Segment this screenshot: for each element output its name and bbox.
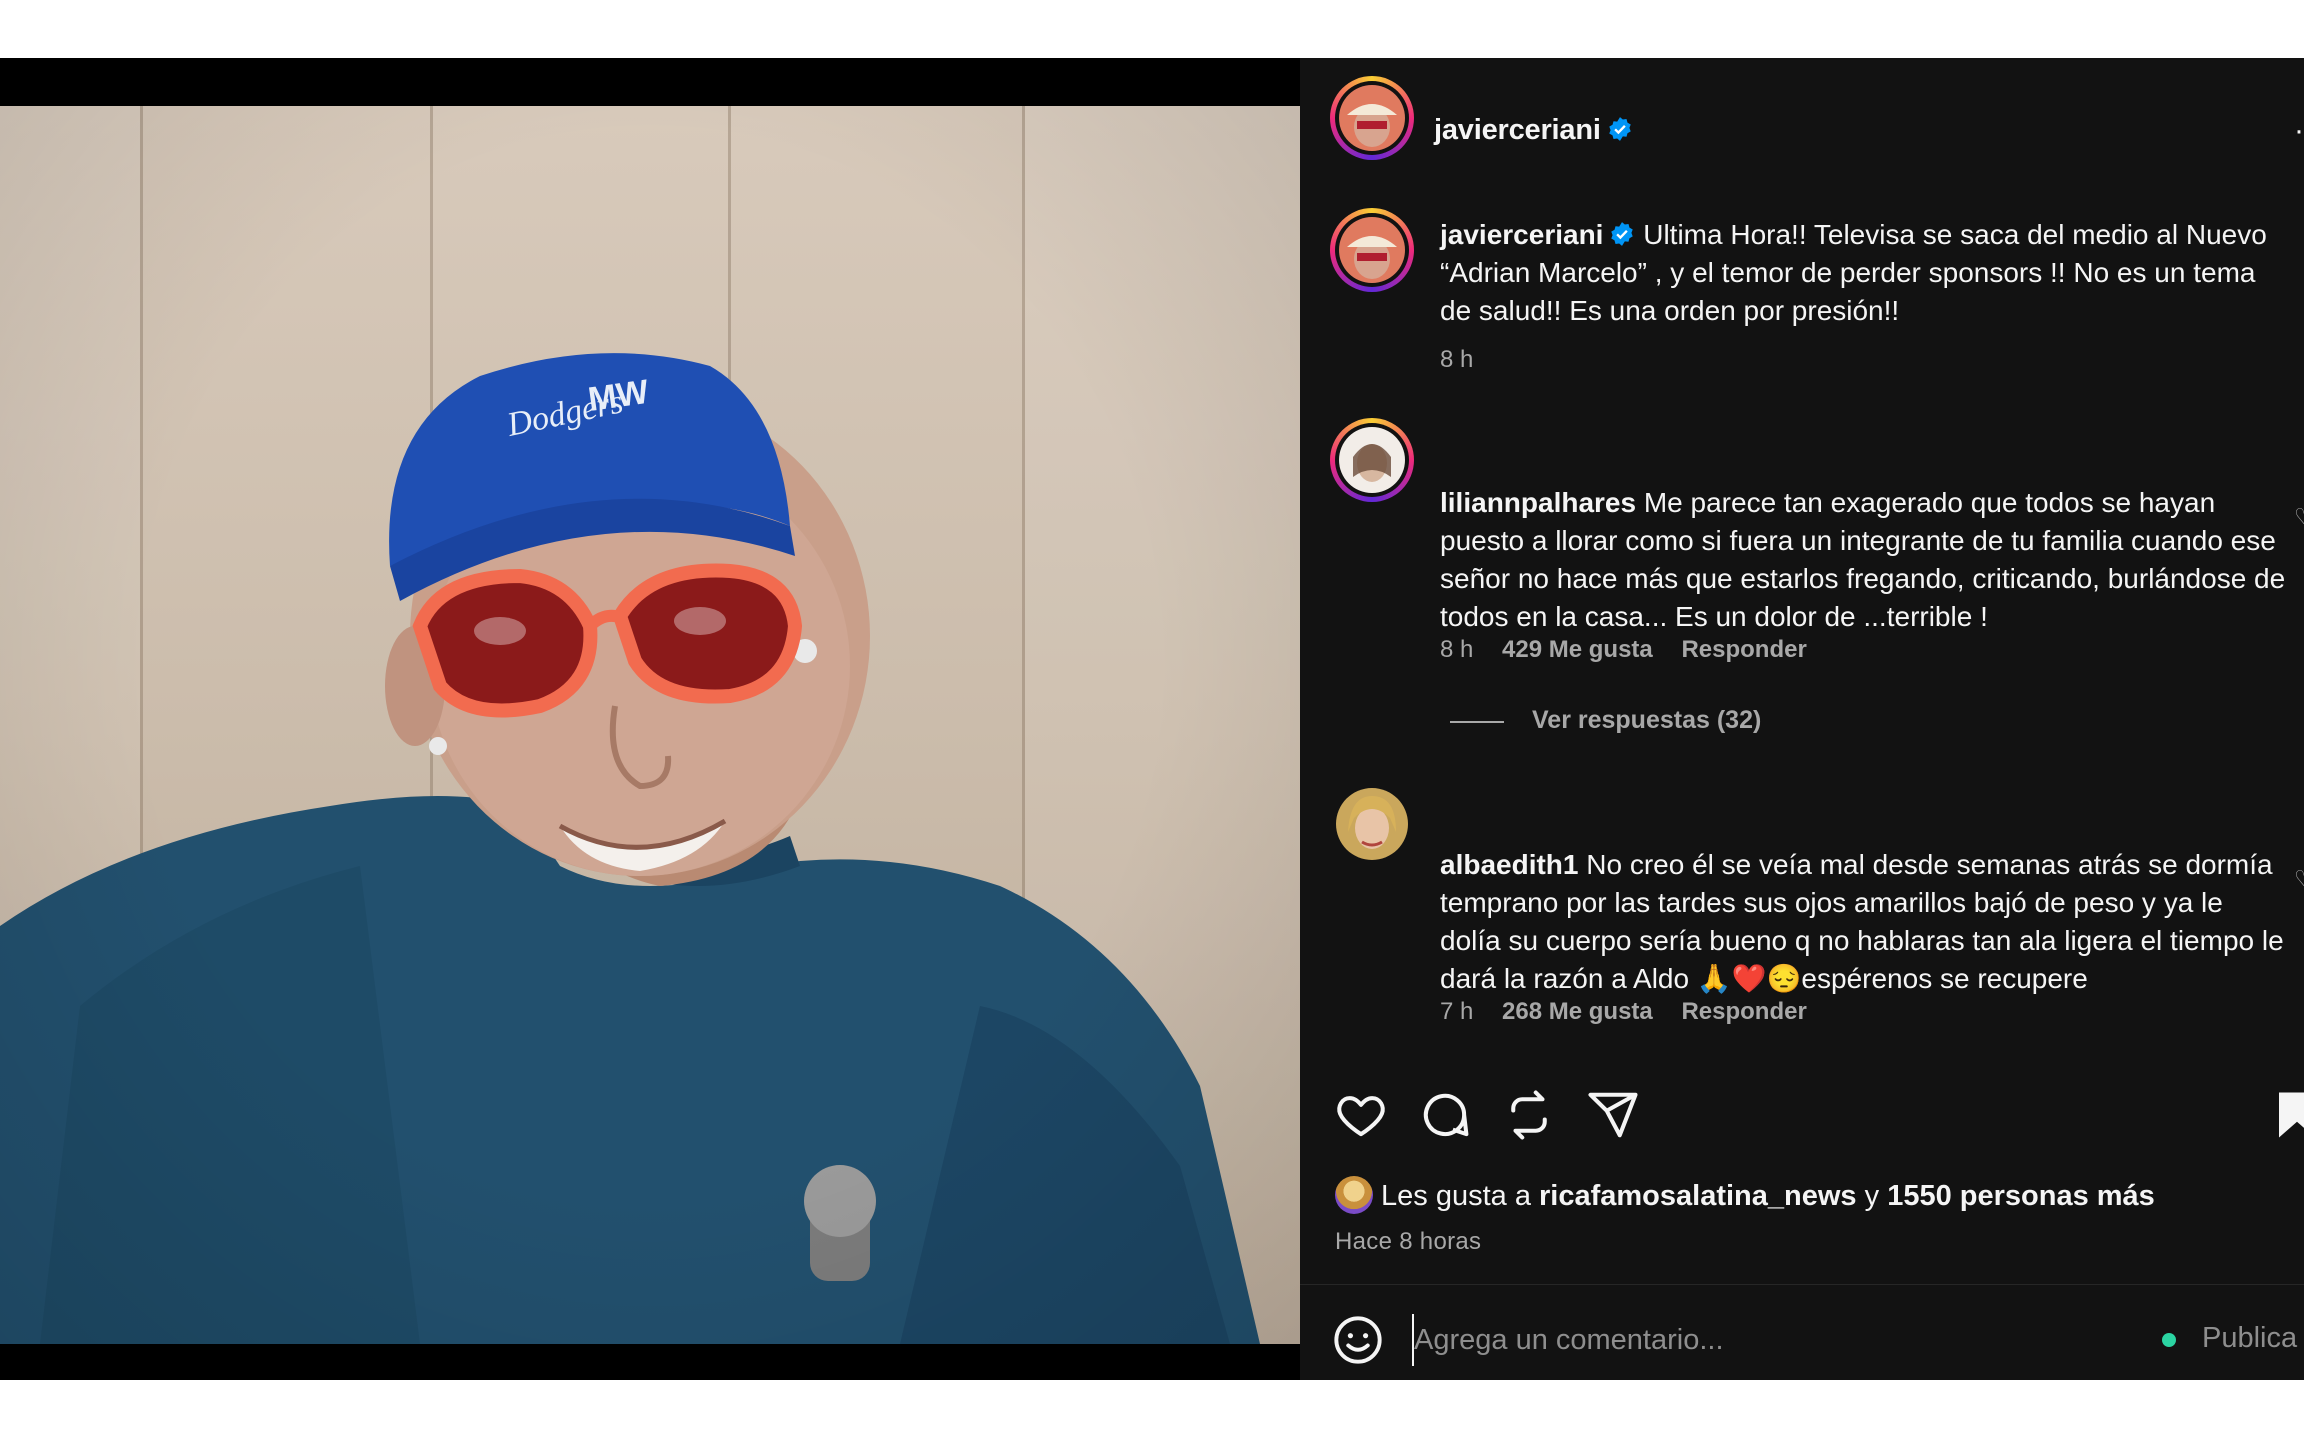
caption-time[interactable]: 8 h [1440,346,1473,373]
status-dot [2162,1333,2176,1347]
author-username[interactable]: javierceriani [1434,114,1633,147]
share-icon[interactable] [1586,1088,1640,1142]
comment-text: albaedith1 No creo él se veía mal desde … [1440,846,2290,998]
view-replies-button[interactable]: Ver respuestas (32) [1532,706,1761,735]
comment-username[interactable]: liliannpalhares [1440,487,1636,518]
likes-others[interactable]: 1550 personas más [1887,1180,2155,1212]
comment-text: liliannpalhares Me parece tan exagerado … [1440,484,2290,636]
composer-divider [1300,1284,2304,1285]
bookmark-icon[interactable] [2270,1088,2304,1142]
liker-avatar [1335,1176,1373,1214]
likes-joiner: y [1864,1180,1880,1212]
comment-avatar[interactable] [1336,788,1408,860]
likes-summary[interactable]: Les gusta a ricafamosalatina_news y 1550… [1335,1176,2155,1214]
more-options-button[interactable]: · [2294,114,2304,148]
post-timestamp[interactable]: Hace 8 horas [1335,1228,1481,1256]
frame-vignette [0,106,1300,1344]
comment-time[interactable]: 7 h [1440,998,1473,1025]
small-heart-icon[interactable]: ♡ [2294,866,2304,891]
post-sidebar: javierceriani · javierceriani Ultima Hor… [1300,58,2304,1380]
comment-icon[interactable] [1418,1088,1472,1142]
reply-button[interactable]: Responder [1681,998,1806,1025]
emoji-icon[interactable] [1332,1314,1384,1366]
comment-meta: 8 h 429 Me gusta Responder [1440,636,1829,664]
author-username-text[interactable]: javierceriani [1434,114,1601,146]
reply-button[interactable]: Responder [1681,636,1806,663]
heart-icon[interactable] [1334,1088,1388,1142]
comment-avatar[interactable] [1330,418,1414,502]
small-heart-icon[interactable]: ♡ [2294,504,2304,529]
video-frame[interactable]: Dodgers MW [0,106,1300,1344]
liker-username[interactable]: ricafamosalatina_news [1539,1180,1857,1212]
author-avatar[interactable] [1330,76,1414,160]
comment-meta: 7 h 268 Me gusta Responder [1440,998,1829,1026]
publish-button[interactable]: Publica [2202,1322,2297,1355]
comment-username[interactable]: albaedith1 [1440,849,1578,880]
likes-prefix: Les gusta a [1381,1180,1531,1212]
verified-badge-icon [1611,222,1634,246]
comment-likes[interactable]: 268 Me gusta [1502,998,1653,1025]
comment-likes[interactable]: 429 Me gusta [1502,636,1653,663]
caption-username[interactable]: javierceriani [1440,219,1603,250]
comment-input[interactable] [1412,1314,2114,1366]
verified-badge-icon [1608,117,1631,141]
repost-icon[interactable] [1502,1088,1556,1142]
post-media[interactable]: Dodgers MW [0,58,1300,1380]
replies-line [1450,721,1504,723]
caption-text: javierceriani Ultima Hora!! Televisa se … [1440,216,2290,330]
caption-avatar[interactable] [1330,208,1414,292]
caption-meta: 8 h [1440,346,1495,374]
comment-time[interactable]: 8 h [1440,636,1473,663]
